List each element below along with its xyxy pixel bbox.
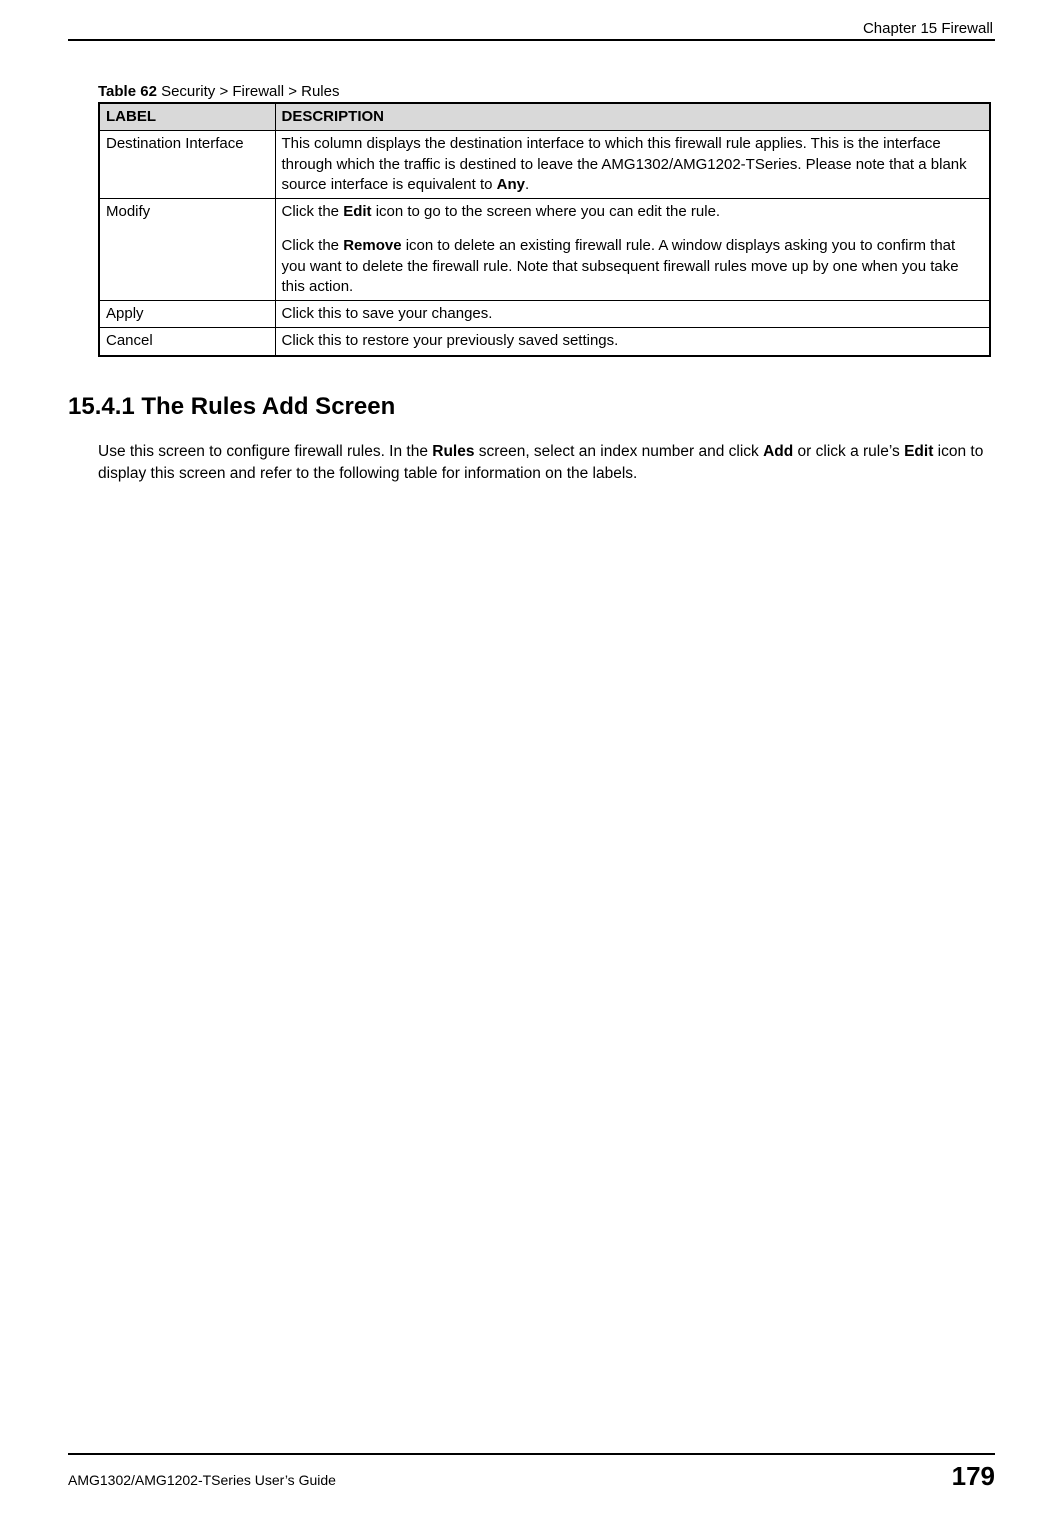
text: Use this screen to configure firewall ru… xyxy=(98,443,432,460)
table-number: Table 62 xyxy=(98,83,157,100)
footer-rule xyxy=(68,1453,995,1455)
table-row: Destination Interface This column displa… xyxy=(99,131,990,199)
text-bold: Edit xyxy=(904,443,933,460)
text: . xyxy=(525,176,529,193)
header-rule xyxy=(68,39,995,41)
cell-description: Click this to restore your previously sa… xyxy=(275,328,990,356)
text: This column displays the destination int… xyxy=(282,135,967,193)
table-row: Apply Click this to save your changes. xyxy=(99,301,990,328)
page-footer: AMG1302/AMG1202-TSeries User’s Guide 179 xyxy=(68,1453,995,1492)
cell-description: Click the Edit icon to go to the screen … xyxy=(275,199,990,301)
text: Click the xyxy=(282,203,344,220)
page-number: 179 xyxy=(952,1461,995,1492)
table-breadcrumb: Security > Firewall > Rules xyxy=(157,83,340,100)
cell-label: Destination Interface xyxy=(99,131,275,199)
col-header-label: LABEL xyxy=(99,103,275,131)
table-row: Cancel Click this to restore your previo… xyxy=(99,328,990,356)
text: or click a rule’s xyxy=(793,443,904,460)
rules-description-table: LABEL DESCRIPTION Destination Interface … xyxy=(98,102,991,357)
chapter-header: Chapter 15 Firewall xyxy=(68,20,995,39)
col-header-description: DESCRIPTION xyxy=(275,103,990,131)
text-bold: Remove xyxy=(343,237,401,254)
section-body: Use this screen to configure firewall ru… xyxy=(98,441,993,486)
cell-description: Click this to save your changes. xyxy=(275,301,990,328)
footer-guide-title: AMG1302/AMG1202-TSeries User’s Guide xyxy=(68,1472,336,1488)
table-caption: Table 62 Security > Firewall > Rules xyxy=(98,83,995,100)
cell-label: Modify xyxy=(99,199,275,301)
cell-label: Cancel xyxy=(99,328,275,356)
table-row: Modify Click the Edit icon to go to the … xyxy=(99,199,990,301)
section-heading: 15.4.1 The Rules Add Screen xyxy=(68,393,995,421)
text-bold: Rules xyxy=(432,443,474,460)
text: screen, select an index number and click xyxy=(474,443,763,460)
cell-label: Apply xyxy=(99,301,275,328)
text-bold: Any xyxy=(497,176,525,193)
cell-description: This column displays the destination int… xyxy=(275,131,990,199)
text-bold: Add xyxy=(763,443,793,460)
table-header-row: LABEL DESCRIPTION xyxy=(99,103,990,131)
text-bold: Edit xyxy=(343,203,371,220)
text: icon to go to the screen where you can e… xyxy=(372,203,721,220)
text: Click the xyxy=(282,237,344,254)
